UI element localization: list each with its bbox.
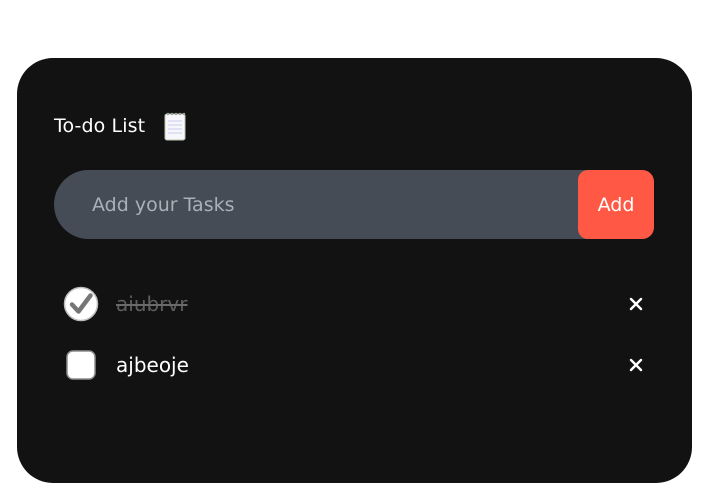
header: To-do List: [54, 111, 187, 141]
task-text: ajbeoje: [116, 353, 189, 377]
notepad-icon: [163, 111, 187, 141]
task-input-row: Add: [54, 170, 654, 239]
add-button[interactable]: Add: [578, 170, 654, 239]
task-item: aiubrvr: [63, 284, 653, 324]
task-item: ajbeoje: [63, 345, 653, 385]
task-text: aiubrvr: [116, 292, 188, 316]
close-icon: [629, 297, 643, 311]
delete-task-button[interactable]: [619, 348, 653, 382]
task-checkbox[interactable]: [63, 347, 99, 383]
close-icon: [629, 358, 643, 372]
todo-card: To-do List Add your Tasks Add aiubrvr aj…: [17, 58, 692, 483]
app-title: To-do List: [54, 115, 146, 137]
task-input[interactable]: [54, 170, 578, 239]
delete-task-button[interactable]: [619, 287, 653, 321]
task-checkbox-checked[interactable]: [63, 286, 99, 322]
